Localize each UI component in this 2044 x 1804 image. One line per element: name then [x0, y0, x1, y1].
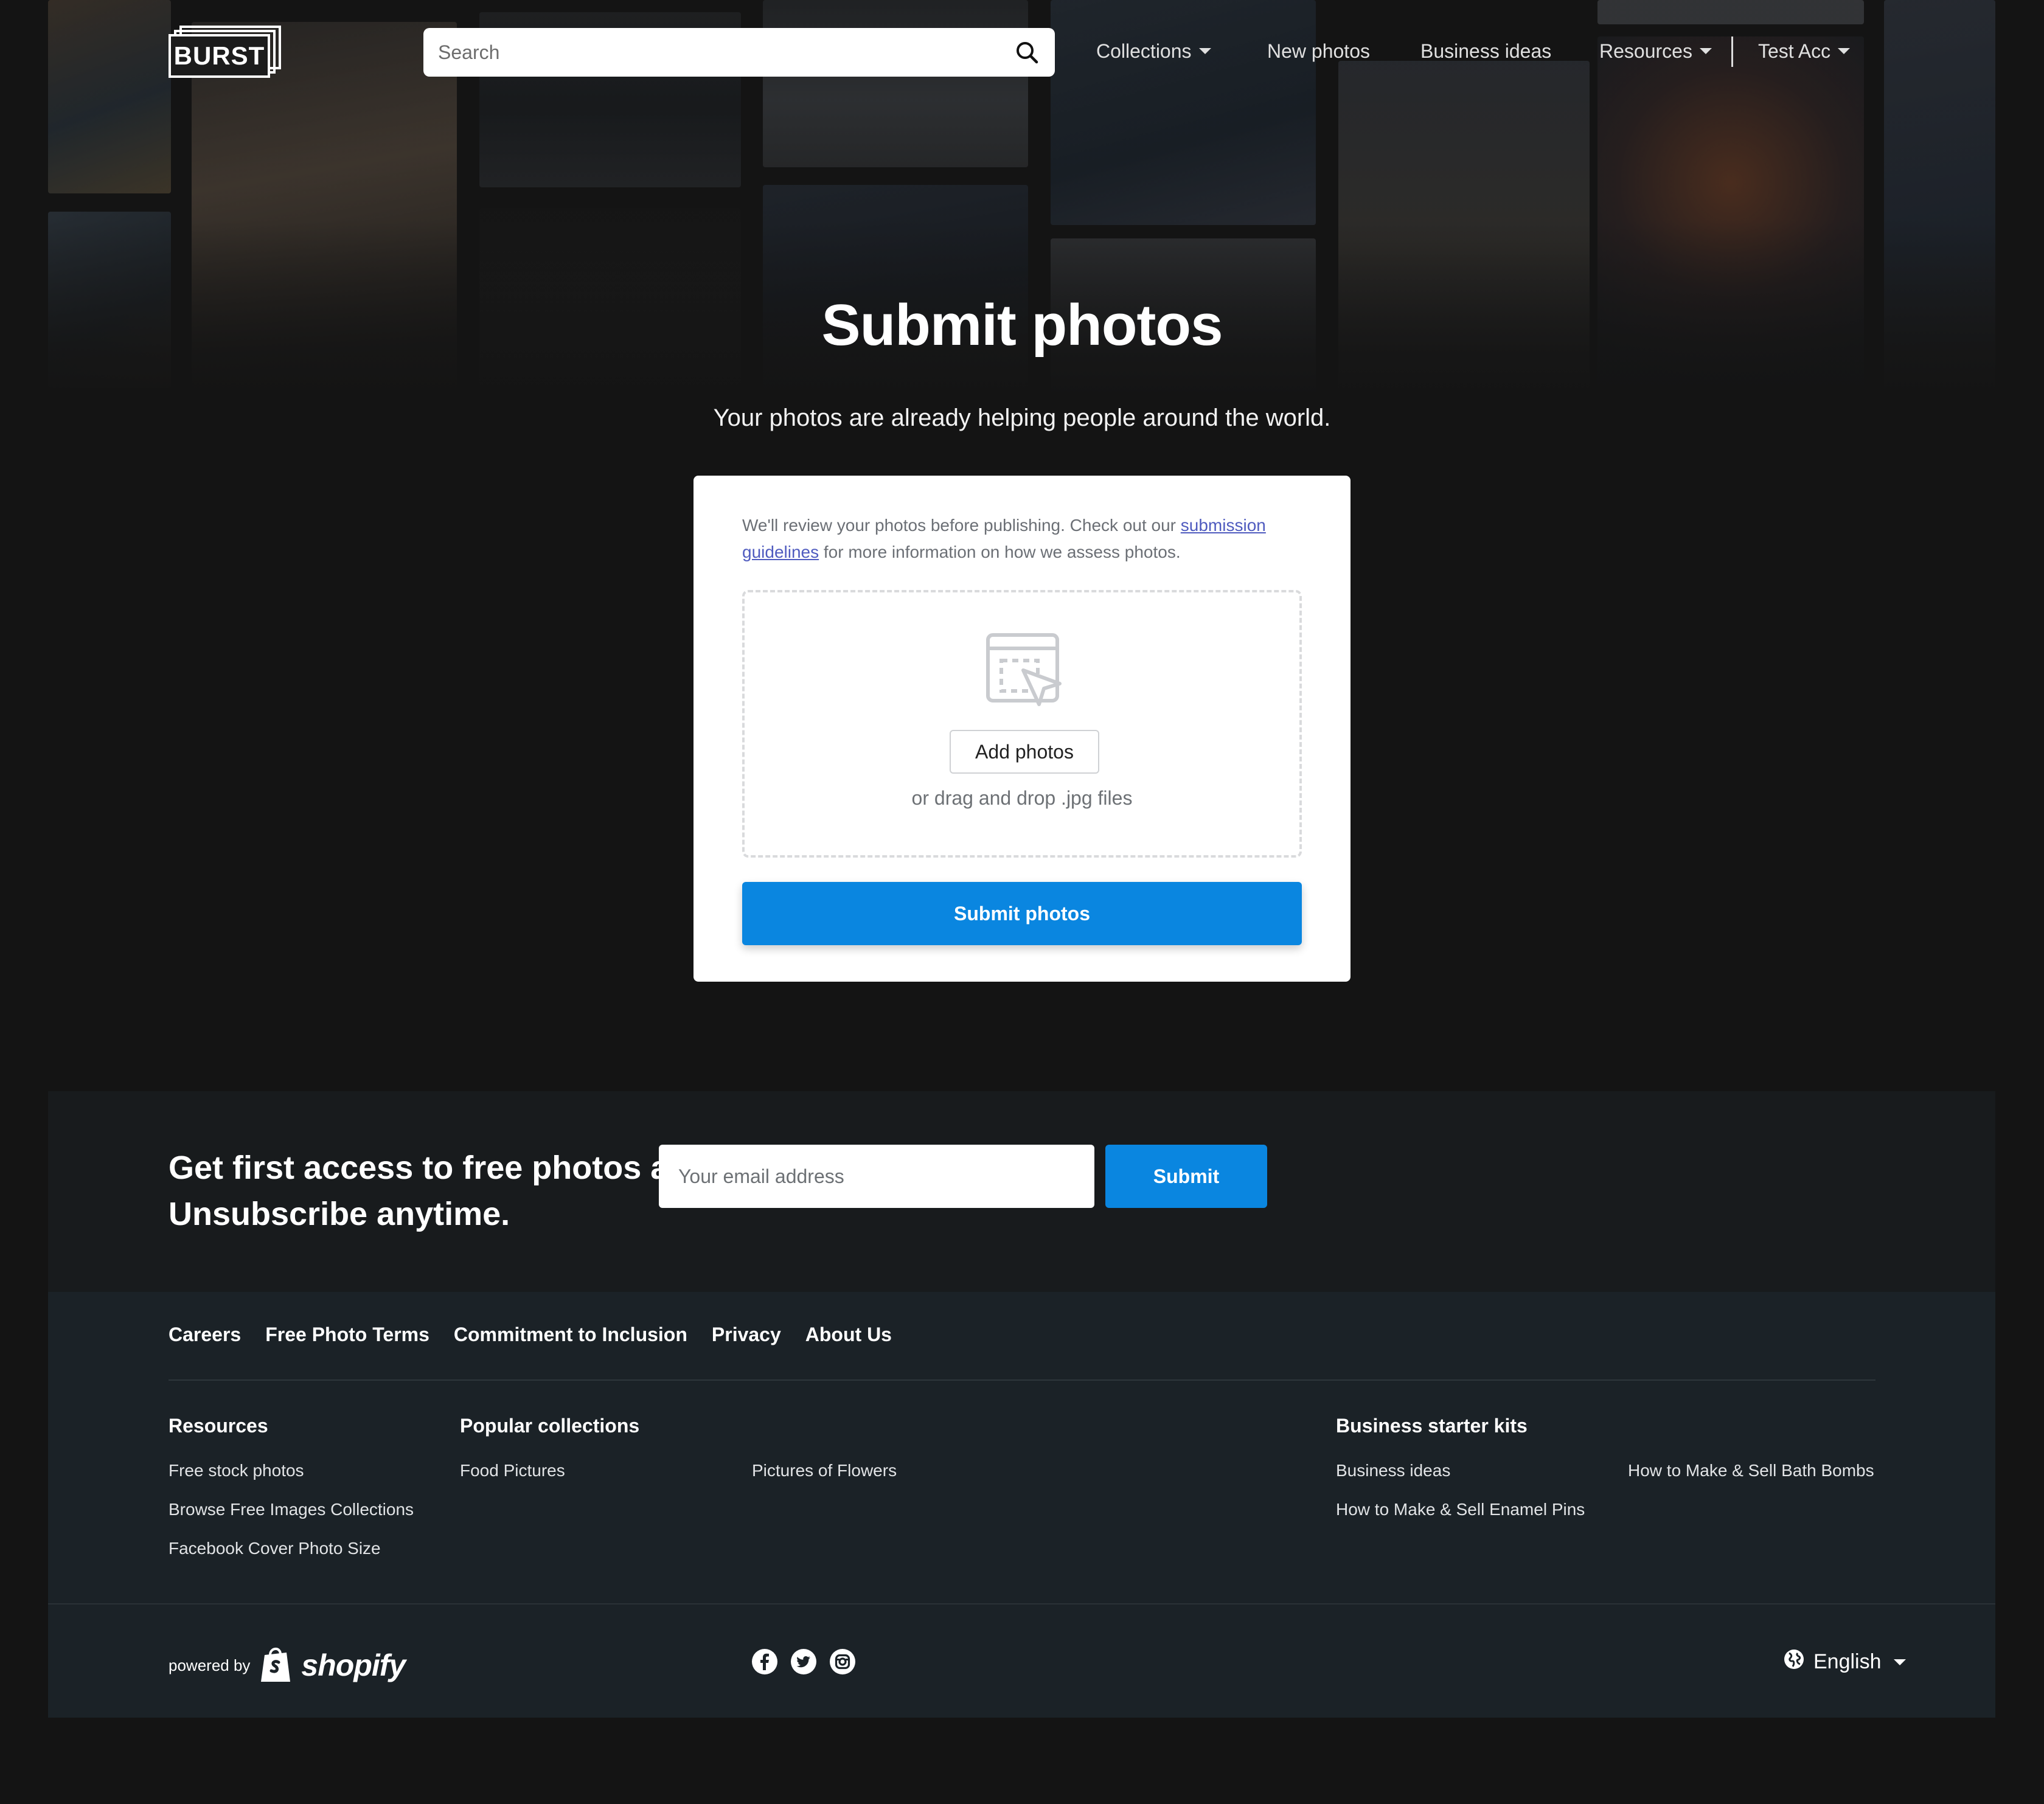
page: BURST Collections New photos Business id… — [0, 0, 2044, 1804]
newsletter-section: Get first access to free photos and othe… — [48, 1091, 1995, 1292]
nav-account-label: Test Acc — [1758, 40, 1831, 62]
footer-link-facebook-cover[interactable]: Facebook Cover Photo Size — [169, 1539, 381, 1558]
footer-link-inclusion[interactable]: Commitment to Inclusion — [454, 1324, 687, 1346]
powered-by-shopify[interactable]: powered by shopify — [169, 1641, 406, 1690]
business-kits-heading: Business starter kits — [1336, 1415, 1528, 1437]
nav-business-ideas[interactable]: Business ideas — [1420, 38, 1551, 64]
social-links — [751, 1648, 856, 1675]
footer-divider — [169, 1379, 1875, 1381]
upload-illustration-icon — [985, 630, 1065, 709]
footer-link-flowers[interactable]: Pictures of Flowers — [752, 1461, 897, 1480]
footer-link-browse-collections[interactable]: Browse Free Images Collections — [169, 1500, 414, 1519]
footer-link-free-photo-terms[interactable]: Free Photo Terms — [265, 1324, 429, 1346]
page-title: Submit photos — [821, 293, 1223, 358]
nav-collections-label: Collections — [1096, 40, 1192, 62]
popular-collections-heading: Popular collections — [460, 1415, 640, 1437]
photo-dropzone[interactable]: Add photos or drag and drop .jpg files — [742, 590, 1302, 858]
footer-link-enamel-pins[interactable]: How to Make & Sell Enamel Pins — [1336, 1500, 1585, 1519]
burst-logo[interactable]: BURST — [169, 26, 281, 78]
review-note: We'll review your photos before publishi… — [742, 512, 1302, 566]
instagram-icon[interactable] — [829, 1648, 856, 1675]
newsletter-submit-button[interactable]: Submit — [1105, 1145, 1267, 1208]
page-subtitle: Your photos are already helping people a… — [713, 404, 1331, 431]
nav-resources-label: Resources — [1599, 40, 1692, 62]
nav-collections[interactable]: Collections — [1096, 38, 1211, 64]
footer-links: Careers Free Photo Terms Commitment to I… — [169, 1324, 892, 1346]
powered-by-label: powered by — [169, 1656, 251, 1674]
nav-divider — [1731, 36, 1733, 67]
search-bar — [423, 28, 1055, 77]
drag-drop-hint: or drag and drop .jpg files — [911, 787, 1133, 809]
nav-new-photos-label: New photos — [1267, 40, 1370, 62]
chevron-down-icon — [1838, 48, 1851, 54]
footer-divider-bottom — [48, 1603, 1995, 1605]
chevron-down-icon — [1699, 48, 1712, 54]
add-photos-button[interactable]: Add photos — [950, 730, 1099, 774]
language-label: English — [1813, 1650, 1882, 1673]
review-note-text-end: for more information on how we assess ph… — [819, 543, 1181, 561]
nav-business-ideas-label: Business ideas — [1420, 40, 1552, 62]
logo-text: BURST — [169, 34, 270, 78]
search-icon[interactable] — [1013, 39, 1040, 66]
footer-link-about-us[interactable]: About Us — [805, 1324, 892, 1346]
search-input[interactable] — [438, 41, 1013, 64]
footer-link-privacy[interactable]: Privacy — [712, 1324, 781, 1346]
resources-heading: Resources — [169, 1415, 268, 1437]
footer-link-business-ideas[interactable]: Business ideas — [1336, 1461, 1450, 1480]
chevron-down-icon — [1198, 48, 1211, 54]
twitter-icon[interactable] — [790, 1648, 817, 1675]
footer-link-bath-bombs[interactable]: How to Make & Sell Bath Bombs — [1628, 1461, 1874, 1480]
facebook-icon[interactable] — [751, 1648, 778, 1675]
globe-icon — [1783, 1648, 1805, 1676]
nav-resources[interactable]: Resources — [1599, 38, 1712, 64]
nav-new-photos[interactable]: New photos — [1267, 38, 1370, 64]
submit-photos-button[interactable]: Submit photos — [742, 882, 1302, 945]
email-field[interactable] — [659, 1145, 1094, 1208]
footer-link-careers[interactable]: Careers — [169, 1324, 241, 1346]
nav-account[interactable]: Test Acc — [1758, 38, 1851, 64]
footer-link-food-pictures[interactable]: Food Pictures — [460, 1461, 565, 1480]
shopify-bag-icon — [260, 1645, 291, 1686]
shopify-wordmark: shopify — [301, 1648, 406, 1682]
review-note-text: We'll review your photos before publishi… — [742, 516, 1181, 535]
footer: Careers Free Photo Terms Commitment to I… — [48, 1292, 1995, 1718]
footer-link-free-stock-photos[interactable]: Free stock photos — [169, 1461, 304, 1480]
language-selector[interactable]: English — [1783, 1648, 1906, 1676]
chevron-down-icon — [1893, 1659, 1906, 1665]
submission-card: We'll review your photos before publishi… — [693, 476, 1350, 982]
